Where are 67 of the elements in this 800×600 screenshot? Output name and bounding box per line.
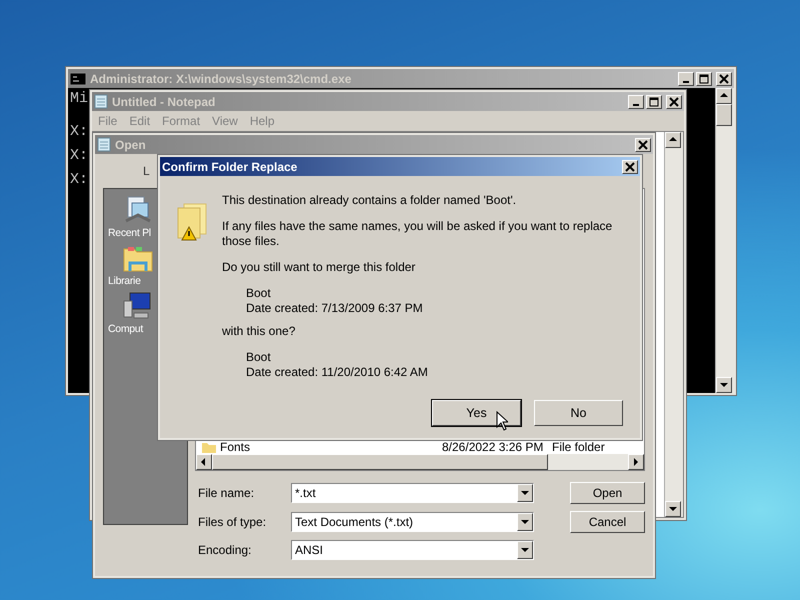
- place-item[interactable]: Recent Pl: [108, 195, 158, 239]
- scroll-down-button[interactable]: [716, 377, 732, 393]
- scrollbar[interactable]: [664, 132, 683, 517]
- scroll-left-button[interactable]: [196, 454, 212, 470]
- look-in-label: L: [143, 164, 150, 178]
- maximize-button[interactable]: [696, 72, 712, 86]
- message-text: If any files have the same names, you will be asked if you want to replace those files.: [222, 219, 614, 249]
- close-button[interactable]: [622, 160, 638, 174]
- scroll-thumb[interactable]: [212, 454, 548, 470]
- combo-box[interactable]: Text Documents (*.txt): [291, 512, 534, 532]
- scroll-thumb[interactable]: [716, 104, 732, 126]
- dialog-button[interactable]: Yes: [432, 400, 521, 426]
- close-icon: [625, 162, 635, 172]
- mouse-pointer-icon: [496, 411, 508, 431]
- window-title: Untitled - Notepad: [112, 94, 216, 108]
- field-label: Files of type:: [197, 515, 268, 529]
- window-title: Confirm Folder Replace: [162, 160, 298, 174]
- dropdown-button[interactable]: [517, 484, 533, 502]
- date-created: Date created: 7/13/2009 6:37 PM: [246, 301, 424, 316]
- dialog-button[interactable]: No: [534, 400, 623, 426]
- scroll-up-button[interactable]: [716, 88, 732, 104]
- close-icon: [669, 96, 679, 106]
- date-created: Date created: 11/20/2010 6:42 AM: [246, 365, 429, 380]
- maximize-icon: [649, 96, 659, 106]
- maximize-button[interactable]: [646, 94, 662, 108]
- close-button[interactable]: [635, 138, 651, 152]
- place-item[interactable]: Comput: [108, 291, 158, 335]
- horizontal-scrollbar[interactable]: [196, 454, 644, 470]
- message-text: Do you still want to merge this folder: [222, 260, 416, 275]
- folder-name: Boot: [246, 350, 272, 365]
- minimize-button[interactable]: [628, 94, 644, 108]
- maximize-icon: [699, 74, 709, 84]
- combo-box[interactable]: *.txt: [291, 483, 534, 503]
- console-text: X:: [70, 171, 88, 188]
- minimize-icon: [683, 80, 689, 82]
- dialog-button[interactable]: Cancel: [570, 511, 645, 533]
- message-text: This destination already contains a folder named 'Boot'.: [222, 193, 518, 208]
- close-button[interactable]: [716, 72, 732, 86]
- window-title: Open: [115, 138, 146, 152]
- place-item[interactable]: Librarie: [108, 243, 158, 287]
- message-text: with this one?: [222, 324, 296, 339]
- field-label: Encoding:: [197, 543, 252, 557]
- scroll-down-button[interactable]: [665, 501, 681, 517]
- combo-box[interactable]: ANSI: [291, 540, 534, 560]
- dialog-button[interactable]: Open: [570, 482, 645, 504]
- window-title: Administrator: X:\windows\system32\cmd.exe: [90, 72, 352, 86]
- console-icon: [70, 72, 86, 84]
- dropdown-button[interactable]: [517, 513, 533, 531]
- close-button[interactable]: [666, 94, 682, 108]
- field-label: File name:: [197, 486, 256, 500]
- minimize-button[interactable]: [678, 72, 694, 86]
- console-text: Mi: [70, 90, 88, 107]
- file-type: File folder: [552, 440, 605, 454]
- notepad-icon: [97, 137, 111, 152]
- console-text: X:: [70, 123, 88, 140]
- notepad-icon: [94, 94, 108, 109]
- dropdown-button[interactable]: [517, 541, 533, 559]
- folder-name: Boot: [246, 286, 272, 301]
- file-date: 8/26/2022 3:26 PM: [442, 440, 544, 454]
- file-name[interactable]: Fonts: [220, 440, 250, 454]
- minimize-icon: [633, 104, 639, 106]
- close-icon: [638, 140, 648, 150]
- console-text: X:: [70, 147, 88, 164]
- close-icon: [719, 74, 729, 84]
- scrollbar[interactable]: [715, 88, 734, 393]
- scroll-up-button[interactable]: [665, 132, 681, 148]
- scroll-right-button[interactable]: [628, 454, 644, 470]
